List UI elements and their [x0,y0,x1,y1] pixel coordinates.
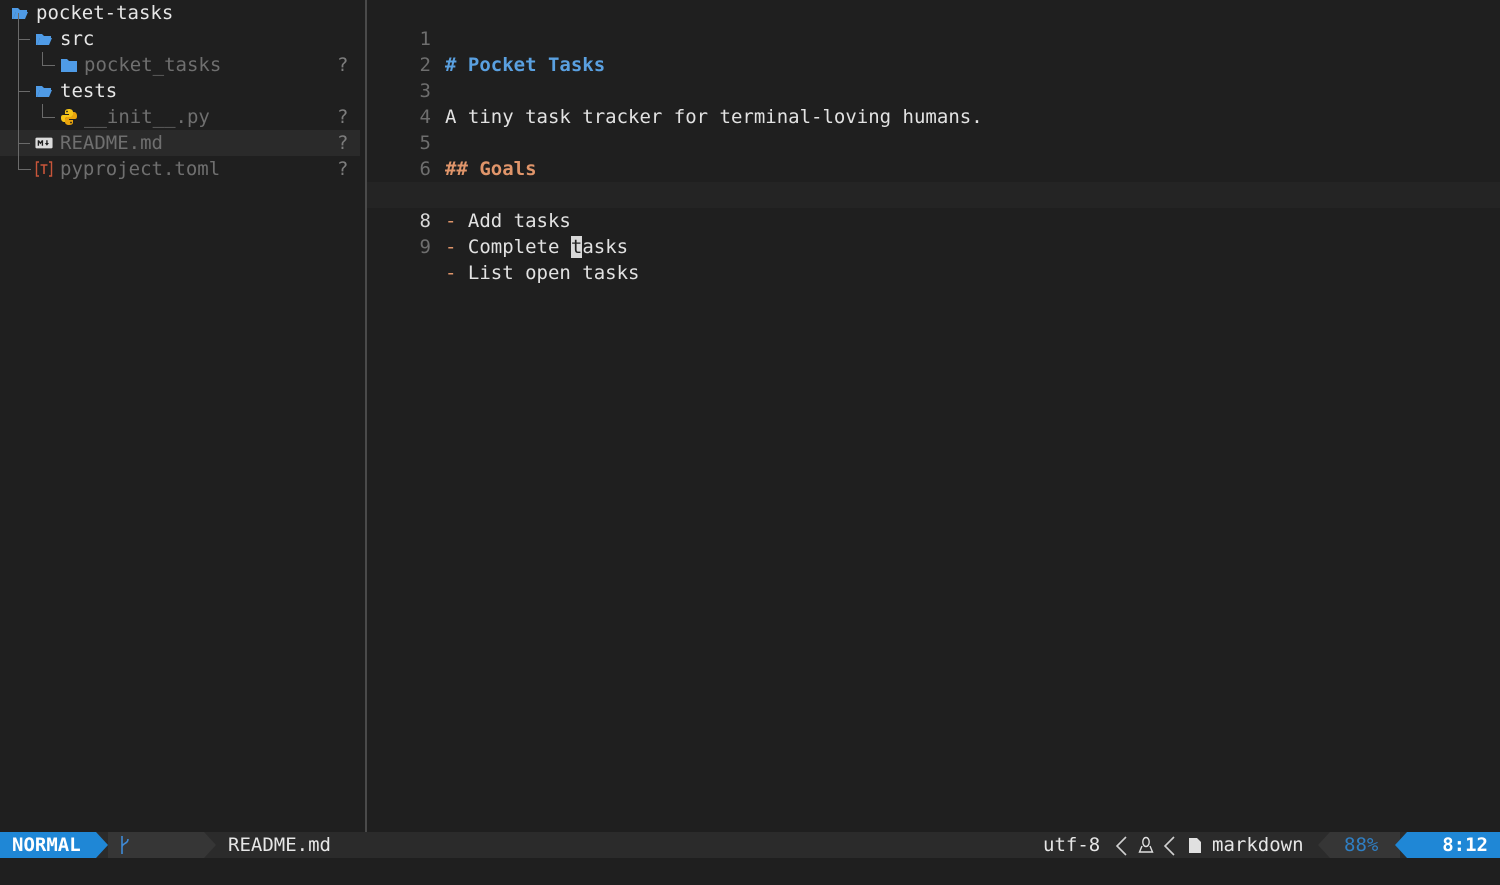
editor-line[interactable]: 5 ## Goals [367,104,1500,180]
chevron-left-icon [1115,836,1127,856]
tree-item-tests[interactable]: tests [0,65,360,104]
mode-indicator: NORMAL [0,832,96,858]
folder-open-icon [36,86,52,97]
statusline: NORMAL main README.md utf-8 markdown 88%… [0,832,1500,858]
editor-line[interactable]: 6 [367,130,1500,180]
tree-item-src[interactable]: src [0,13,360,52]
git-status-untracked: ? [337,106,349,128]
linux-icon [1138,836,1154,853]
folder-open-icon [36,34,52,45]
python-icon [61,109,77,125]
list-bullet: - [445,262,457,284]
folder-open-icon [12,8,28,19]
scroll-percent: 88% [1330,832,1400,858]
git-branch-icon [121,836,129,854]
tree-item-init-py[interactable]: __init__.py ? [0,91,360,130]
tree-guide [18,39,20,65]
editor-line-current[interactable]: 8 - Complete tasks [367,182,1500,258]
git-branch-segment: main [108,832,204,858]
tree-item-label: __init__.py [84,106,210,128]
tree-item-label: pocket_tasks [84,54,222,76]
git-status-untracked: ? [337,132,349,154]
tree-guide [18,117,20,143]
tree-guide [18,143,31,170]
file-icon [1189,838,1201,853]
list-bullet: - [445,236,457,258]
command-line[interactable] [0,858,1500,885]
tree-item-label: src [60,28,95,50]
tree-item-label: tests [60,80,118,102]
powerline-separator [96,832,108,858]
tree-guide [42,52,55,66]
line-number: 9 [419,236,431,258]
list-item-content: List open tasks [467,262,640,284]
toml-icon [35,161,53,177]
tree-guide [18,65,20,91]
git-status-untracked: ? [337,54,349,76]
tree-guide [42,104,55,118]
powerline-separator [1395,832,1407,858]
editor-line[interactable]: 1 # Pocket Tasks [367,0,1500,76]
powerline-separator [204,832,216,858]
markdown-icon [35,137,53,149]
file-tree-panel: pocket-tasks src pocket_tasks ? tests __… [0,0,365,832]
file-encoding: utf-8 [1043,834,1101,856]
tree-item-readme[interactable]: README.md ? [0,117,360,156]
chevron-left-icon [1163,836,1175,856]
editor-buffer[interactable]: 1 # Pocket Tasks 2 3 A tiny task tracker… [367,0,1500,832]
tree-root[interactable]: pocket-tasks [0,0,360,26]
editor-line[interactable]: 2 [367,26,1500,76]
filetype: markdown [1212,834,1304,856]
tree-item-pocket-tasks[interactable]: pocket_tasks ? [0,39,360,78]
tree-item-label: pyproject.toml [60,158,221,180]
list-item-text: - List open tasks [445,260,640,286]
tree-root-label: pocket-tasks [36,2,174,24]
editor-line[interactable]: 7 - Add tasks [367,156,1500,232]
tree-item-pyproject[interactable]: pyproject.toml ? [0,143,360,182]
editor-line[interactable]: 4 [367,78,1500,128]
tree-guide [18,13,20,39]
cursor-position: 8:12 [1407,832,1500,858]
git-status-untracked: ? [337,158,349,180]
folder-icon [61,59,77,72]
filename: README.md [228,834,331,856]
list-item-text: - Complete tasks [445,234,628,260]
tree-guide [18,91,20,117]
editor-line[interactable]: 9 - List open tasks [367,208,1500,284]
editor-line[interactable]: 3 A tiny task tracker for terminal-lovin… [367,52,1500,128]
powerline-separator [1318,832,1330,858]
tree-item-label: README.md [60,132,163,154]
list-item-content: asks [582,236,629,258]
list-item-content: Complete [467,236,571,258]
text-cursor: t [570,236,583,258]
neovim-window: pocket-tasks src pocket_tasks ? tests __… [0,0,1500,885]
